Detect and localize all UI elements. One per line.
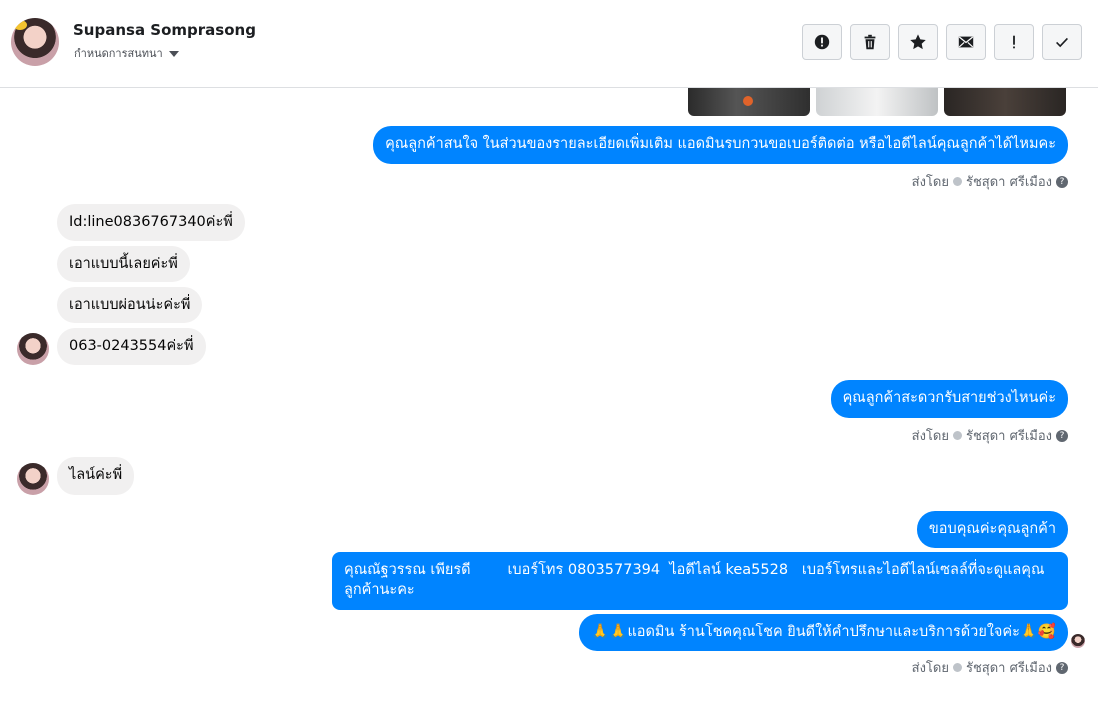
mail-icon [958, 36, 974, 48]
sent-by-label: ส่งโดย รัชสุดา ศรีเมือง ? [912, 657, 1068, 678]
star-button[interactable] [898, 24, 938, 60]
mail-button[interactable] [946, 24, 986, 60]
contact-avatar[interactable] [11, 18, 59, 66]
sent-by-label: ส่งโดย รัชสุดา ศรีเมือง ? [912, 171, 1068, 192]
help-icon[interactable]: ? [1056, 661, 1068, 674]
agent-status-icon [952, 431, 962, 440]
contact-name[interactable]: Supansa Somprasong [73, 21, 256, 39]
incoming-message[interactable]: เอาแบบนี้เลยค่ะพี่ [57, 246, 190, 282]
contact-avatar-small[interactable] [17, 463, 49, 495]
caret-down-icon [168, 51, 179, 57]
outgoing-message[interactable]: คุณณัฐวรรณ เพียรดี เบอร์โทร 0803577394 ไ… [332, 552, 1068, 610]
thumbnail-detail [743, 96, 753, 106]
agent-name[interactable]: รัชสุดา ศรีเมือง [966, 171, 1052, 192]
incoming-message[interactable]: Id:line0836767340ค่ะพี่ [57, 204, 245, 241]
sent-by-prefix: ส่งโดย [911, 175, 949, 190]
seen-avatar [1071, 634, 1085, 648]
contact-avatar-small[interactable] [17, 333, 49, 365]
sent-by-prefix: ส่งโดย [911, 661, 949, 676]
exclamation-icon [1013, 35, 1015, 49]
trash-icon [864, 34, 876, 50]
incoming-message[interactable]: เอาแบบผ่อนน่ะค่ะพี่ [57, 287, 203, 323]
spam-button[interactable] [994, 24, 1034, 60]
agent-status-icon [952, 663, 962, 672]
outgoing-message[interactable]: 🙏🙏แอดมิน ร้านโชคคุณโชค ยินดีให้คำปรึกษาแ… [579, 614, 1068, 651]
outgoing-message[interactable]: คุณลูกค้าสนใจ ในส่วนของรายละเอียดเพิ่มเต… [373, 126, 1068, 164]
conversation-header: Supansa Somprasong กำหนดการสนทนา [0, 0, 1098, 88]
sent-by-label: ส่งโดย รัชสุดา ศรีเมือง ? [912, 425, 1068, 446]
image-thumbnail[interactable] [688, 88, 810, 116]
conversation-schedule-dropdown[interactable]: กำหนดการสนทนา [74, 44, 179, 62]
message-line: ลูกค้านะคะ [344, 582, 415, 598]
image-thumbnail[interactable] [944, 88, 1066, 116]
outgoing-message[interactable]: ขอบคุณค่ะคุณลูกค้า [916, 511, 1068, 548]
alert-circle-icon [814, 34, 830, 50]
sent-by-prefix: ส่งโดย [911, 429, 949, 444]
star-icon [910, 34, 926, 50]
delete-button[interactable] [850, 24, 890, 60]
outgoing-message[interactable]: คุณลูกค้าสะดวกรับสายช่วงไหนค่ะ [830, 380, 1068, 418]
conversation-schedule-label: กำหนดการสนทนา [74, 47, 163, 60]
message-line: คุณณัฐวรรณ เพียรดี เบอร์โทร 0803577394 ไ… [344, 562, 1045, 578]
alert-button[interactable] [802, 24, 842, 60]
mark-done-button[interactable] [1042, 24, 1082, 60]
check-icon [1056, 37, 1068, 48]
incoming-message[interactable]: ไลน์ค่ะพี่ [57, 457, 135, 495]
agent-status-icon [952, 177, 962, 186]
incoming-message[interactable]: 063-0243554ค่ะพี่ [57, 328, 206, 365]
help-icon[interactable]: ? [1056, 429, 1068, 442]
help-icon[interactable]: ? [1056, 175, 1068, 188]
agent-name[interactable]: รัชสุดา ศรีเมือง [966, 657, 1052, 678]
image-thumbnail[interactable] [816, 88, 938, 116]
agent-name[interactable]: รัชสุดา ศรีเมือง [966, 425, 1052, 446]
